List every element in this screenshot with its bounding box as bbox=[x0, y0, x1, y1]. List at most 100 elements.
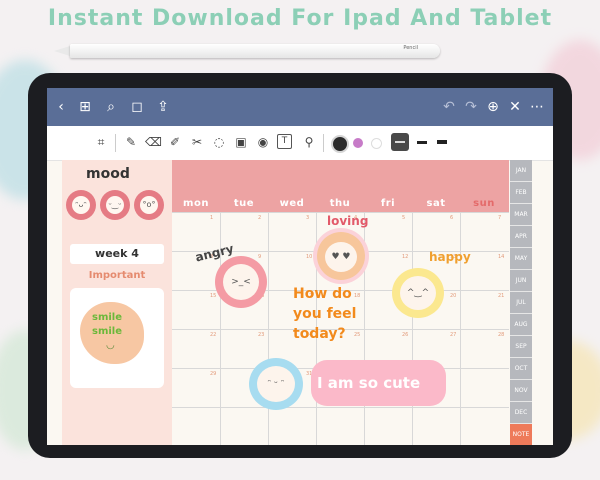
date-number: 1 bbox=[210, 215, 214, 221]
day-sat: sat bbox=[426, 198, 446, 209]
date-number: 15 bbox=[210, 293, 217, 299]
app-navbar: ‹ ⊞ ⌕ ◻ ⇪ ↶ ↷ ⊕ ✕ ⋯ bbox=[47, 88, 553, 126]
stroke-width-medium[interactable] bbox=[417, 141, 427, 144]
date-number: 22 bbox=[210, 332, 217, 338]
smile-text-1: smile bbox=[92, 312, 123, 323]
mood-sticker-surprised[interactable]: °o° bbox=[134, 190, 164, 220]
redo-icon[interactable]: ↷ bbox=[461, 97, 481, 117]
date-number: 3 bbox=[306, 215, 310, 221]
calm-face-icon: ᵕ‿ᵕ bbox=[106, 196, 124, 214]
date-number: 5 bbox=[402, 215, 406, 221]
drawing-toolbar: ⌗ ✎ ⌫ ✐ ✂ ◌ ▣ ◉ T ⚲ bbox=[47, 126, 553, 161]
stroke-width-thin-selected[interactable] bbox=[391, 133, 409, 151]
more-icon[interactable]: ⋯ bbox=[527, 97, 547, 117]
text-tool-icon[interactable]: T bbox=[277, 134, 292, 149]
pencil-tip bbox=[54, 46, 70, 56]
grid-icon[interactable]: ⊞ bbox=[75, 97, 95, 117]
date-number: 21 bbox=[498, 293, 505, 299]
question-text: How do you feel today? bbox=[293, 284, 356, 344]
camera-icon[interactable]: ◉ bbox=[255, 134, 271, 150]
angry-face-icon: >_< bbox=[223, 264, 259, 300]
month-tab-mar[interactable]: MAR bbox=[510, 204, 532, 226]
date-number: 6 bbox=[450, 215, 454, 221]
surprised-face-icon: °o° bbox=[140, 196, 158, 214]
month-tab-oct[interactable]: OCT bbox=[510, 358, 532, 380]
angry-sticker[interactable]: >_< bbox=[215, 256, 267, 308]
stroke-width-thick[interactable] bbox=[437, 140, 447, 144]
bookmark-icon[interactable]: ◻ bbox=[127, 97, 147, 117]
apple-pencil: Pencil bbox=[70, 44, 440, 58]
shapes-icon[interactable]: ✂ bbox=[189, 134, 205, 150]
pencil-brand: Pencil bbox=[403, 45, 418, 51]
close-icon[interactable]: ✕ bbox=[505, 97, 525, 117]
month-tab-dec[interactable]: DEC bbox=[510, 402, 532, 424]
loving-label: loving bbox=[327, 214, 369, 228]
lasso-select-icon[interactable]: ⌗ bbox=[93, 134, 109, 150]
date-number: 7 bbox=[498, 215, 502, 221]
smile-face-icon: ◡ bbox=[106, 340, 115, 351]
page-title: Instant Download For Ipad And Tablet bbox=[47, 6, 553, 31]
month-tab-jan[interactable]: JAN bbox=[510, 160, 532, 182]
month-tab-nov[interactable]: NOV bbox=[510, 380, 532, 402]
date-number: 20 bbox=[450, 293, 457, 299]
month-tab-note[interactable]: NOTE bbox=[510, 424, 532, 445]
day-thu: thu bbox=[329, 198, 351, 209]
highlighter-icon[interactable]: ✐ bbox=[167, 134, 183, 150]
month-tab-may[interactable]: MAY bbox=[510, 248, 532, 270]
grid-line bbox=[172, 212, 509, 213]
color-black-swatch[interactable] bbox=[331, 135, 349, 153]
happy-sticker[interactable]: ^‿^ bbox=[392, 268, 444, 318]
color-white-swatch[interactable] bbox=[371, 138, 382, 149]
undo-icon[interactable]: ↶ bbox=[439, 97, 459, 117]
share-icon[interactable]: ⇪ bbox=[153, 97, 173, 117]
color-purple-swatch[interactable] bbox=[353, 138, 363, 148]
month-tab-feb[interactable]: FEB bbox=[510, 182, 532, 204]
date-number: 28 bbox=[498, 332, 505, 338]
cute-label: I am so cute bbox=[317, 374, 421, 392]
add-page-icon[interactable]: ⊕ bbox=[483, 97, 503, 117]
day-mon: mon bbox=[183, 198, 209, 209]
cute-sticker[interactable]: ᵔ ᵕ ᵔ bbox=[249, 358, 303, 410]
back-icon[interactable]: ‹ bbox=[51, 97, 71, 117]
lasso-icon[interactable]: ◌ bbox=[211, 134, 227, 150]
date-number: 12 bbox=[402, 254, 409, 260]
month-tabs: JAN FEB MAR APR MAY JUN JUL AUG SEP OCT … bbox=[510, 160, 532, 445]
toolbar-divider bbox=[115, 134, 116, 152]
day-fri: fri bbox=[380, 198, 396, 209]
date-number: 23 bbox=[258, 332, 265, 338]
month-tab-aug[interactable]: AUG bbox=[510, 314, 532, 336]
loving-face-icon: ♥ ♥ bbox=[325, 242, 357, 272]
loving-sticker[interactable]: ♥ ♥ bbox=[317, 232, 365, 280]
month-tab-jun[interactable]: JUN bbox=[510, 270, 532, 292]
image-icon[interactable]: ▣ bbox=[233, 134, 249, 150]
question-line-1: How do bbox=[293, 286, 352, 302]
pen-icon[interactable]: ✎ bbox=[123, 134, 139, 150]
eraser-icon[interactable]: ⌫ bbox=[145, 134, 162, 150]
date-number: 2 bbox=[258, 215, 262, 221]
planner-sidebar: mood ᵔᴗᵔ ᵕ‿ᵕ °o° week 4 Important smile … bbox=[62, 160, 172, 445]
date-number: 9 bbox=[258, 254, 262, 260]
mood-title: mood bbox=[86, 166, 130, 182]
happy-label: happy bbox=[429, 250, 471, 264]
month-tab-jul[interactable]: JUL bbox=[510, 292, 532, 314]
grid-line bbox=[364, 212, 365, 445]
date-number: 14 bbox=[498, 254, 505, 260]
calendar-header: mon tue wed thu fri sat sun bbox=[172, 160, 509, 212]
month-tab-sep[interactable]: SEP bbox=[510, 336, 532, 358]
smile-text-2: smile bbox=[92, 326, 123, 337]
date-number: 29 bbox=[210, 371, 217, 377]
toolbar-divider bbox=[323, 134, 324, 152]
ipad-screen: ‹ ⊞ ⌕ ◻ ⇪ ↶ ↷ ⊕ ✕ ⋯ ⌗ ✎ ⌫ ✐ ✂ ◌ ▣ ◉ T ⚲ … bbox=[47, 88, 553, 445]
day-tue: tue bbox=[233, 198, 255, 209]
grid-line bbox=[460, 212, 461, 445]
month-tab-apr[interactable]: APR bbox=[510, 226, 532, 248]
date-number: 26 bbox=[402, 332, 409, 338]
search-icon[interactable]: ⌕ bbox=[101, 97, 121, 117]
laser-pointer-icon[interactable]: ⚲ bbox=[301, 134, 317, 150]
important-heading: Important bbox=[88, 270, 146, 281]
mood-sticker-happy[interactable]: ᵔᴗᵔ bbox=[66, 190, 96, 220]
mood-sticker-calm[interactable]: ᵕ‿ᵕ bbox=[100, 190, 130, 220]
stroke-line bbox=[395, 141, 405, 143]
grid-line bbox=[172, 407, 509, 408]
grid-line bbox=[268, 212, 269, 445]
